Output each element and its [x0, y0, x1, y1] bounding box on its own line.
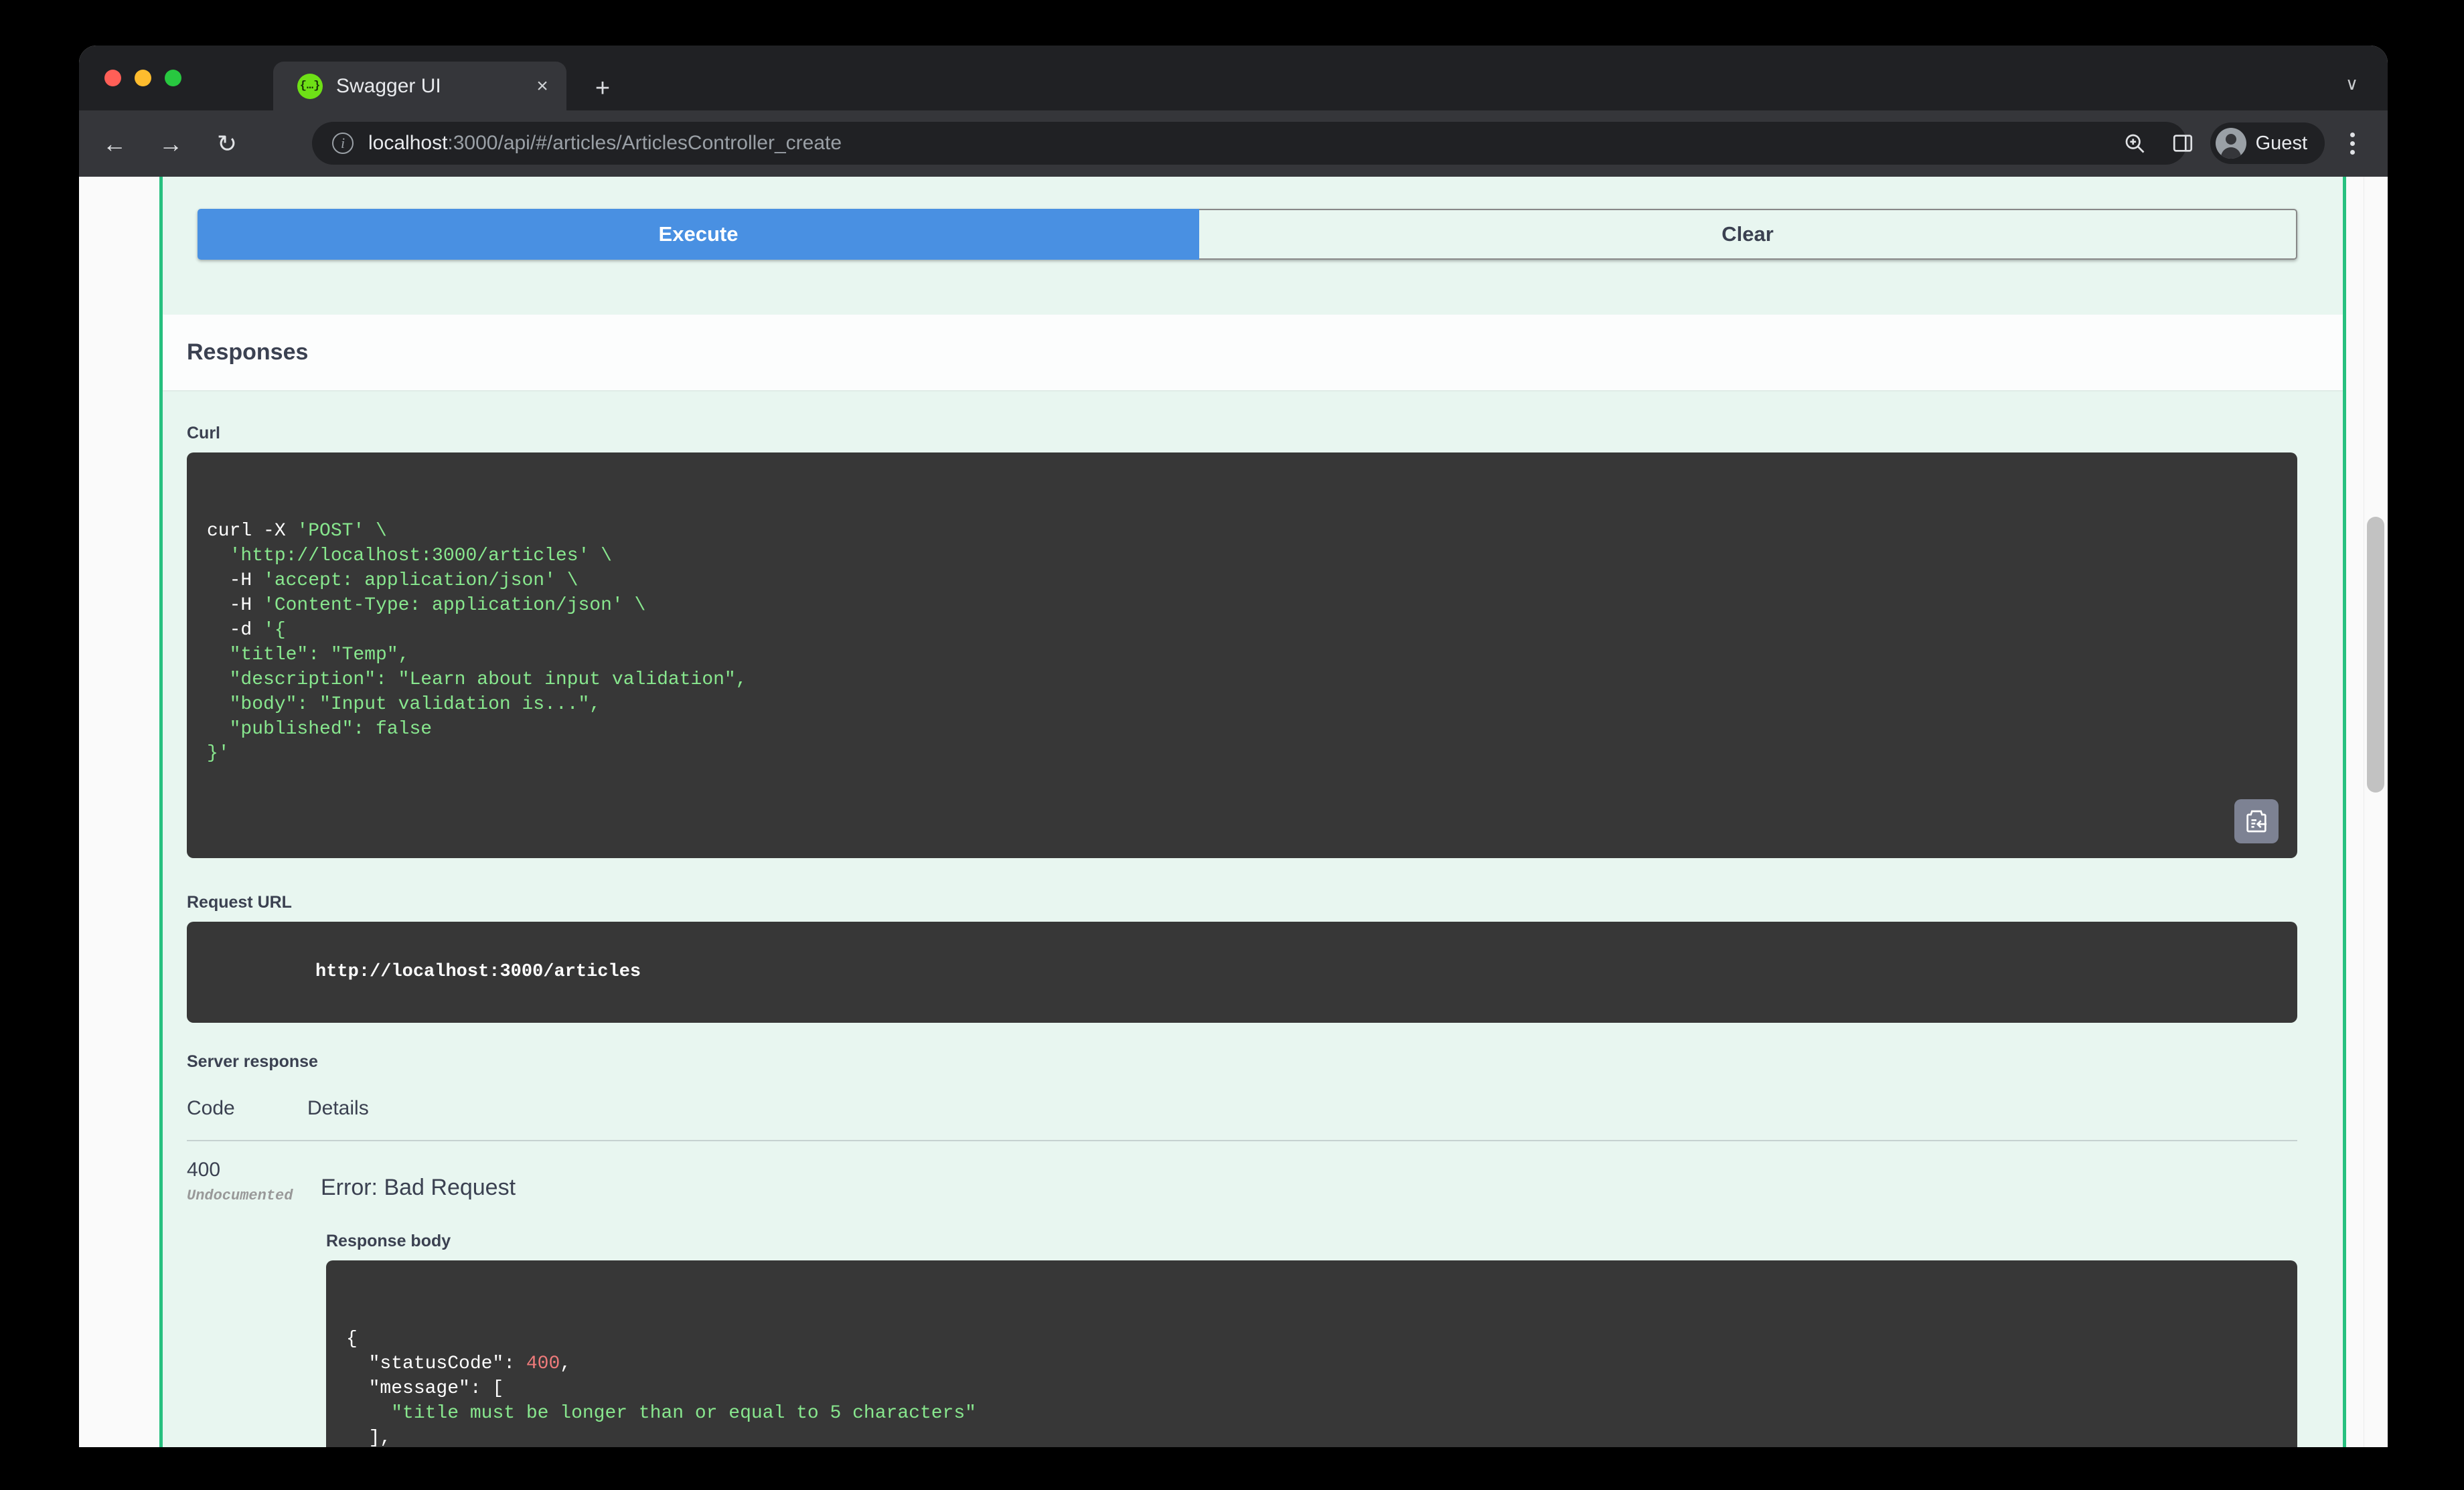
code-line: "title must be longer than or equal to 5…: [391, 1402, 976, 1424]
code-line: "published": false: [207, 718, 433, 740]
response-body-text: { "statusCode": 400, "message": [ "title…: [346, 1327, 2277, 1447]
response-body-label: Response body: [326, 1232, 451, 1251]
execute-button[interactable]: Execute: [198, 209, 1199, 260]
responses-heading: Responses: [187, 339, 309, 365]
window-minimize-button[interactable]: [135, 70, 151, 86]
responses-banner: Responses: [163, 315, 2343, 390]
new-tab-button[interactable]: +: [588, 74, 617, 103]
window-maximize-button[interactable]: [165, 70, 181, 86]
reload-button[interactable]: ↻: [206, 123, 248, 165]
avatar: [2215, 128, 2246, 159]
side-panel-icon[interactable]: [2162, 122, 2204, 164]
page-scrollbar-track[interactable]: [2364, 177, 2388, 1447]
url-text: localhost:3000/api/#/articles/ArticlesCo…: [368, 132, 842, 155]
code-line: "message": [: [346, 1378, 504, 1399]
code-line: "description": "Learn about input valida…: [207, 669, 747, 690]
page-viewport: Execute Clear Responses Curl curl -X 'PO…: [79, 177, 2388, 1447]
server-response-label: Server response: [187, 1052, 318, 1072]
code-line: -d '{: [207, 619, 286, 641]
window-traffic-lights: [104, 70, 181, 86]
server-response-table: Code Details 400 Undocumented Error: Bad…: [187, 1097, 2297, 1447]
profile-chip[interactable]: Guest: [2210, 122, 2325, 164]
request-url-block: http://localhost:3000/articles: [187, 922, 2297, 1023]
code-line: }': [207, 743, 230, 764]
copy-to-clipboard-icon[interactable]: [2234, 799, 2279, 844]
tab-title: Swagger UI: [336, 74, 441, 97]
tab-strip: {…} Swagger UI × + ∨: [79, 46, 2388, 110]
code-line: -H 'accept: application/json' \: [207, 570, 579, 591]
back-button[interactable]: ←: [94, 123, 135, 165]
swagger-operation-block: Execute Clear Responses Curl curl -X 'PO…: [159, 177, 2346, 1447]
table-header-row: Code Details: [187, 1097, 2297, 1142]
request-url-text: http://localhost:3000/articles: [315, 961, 641, 982]
page-scrollbar-thumb[interactable]: [2367, 517, 2384, 793]
url-path: :3000/api/#/articles/ArticlesController_…: [447, 132, 842, 154]
toolbar-right-group: Guest: [2114, 122, 2373, 164]
favicon-glyph: {…}: [299, 80, 321, 92]
code-line: "title": "Temp",: [207, 644, 410, 665]
response-body-block: { "statusCode": 400, "message": [ "title…: [326, 1260, 2297, 1447]
tab-swagger-ui[interactable]: {…} Swagger UI ×: [273, 62, 566, 110]
chevron-down-icon[interactable]: ∨: [2345, 75, 2358, 92]
tab-close-icon[interactable]: ×: [528, 72, 557, 101]
code-line: 'http://localhost:3000/articles' \: [207, 545, 612, 566]
execute-clear-row: Execute Clear: [198, 209, 2297, 260]
col-code-label: Code: [187, 1097, 235, 1120]
request-url-label: Request URL: [187, 893, 292, 912]
code-line: -H 'Content-Type: application/json' \: [207, 594, 646, 616]
status-code: 400: [187, 1159, 221, 1181]
code-line: ],: [346, 1427, 392, 1447]
address-bar[interactable]: i localhost:3000/api/#/articles/Articles…: [312, 122, 2187, 165]
table-row: 400 Undocumented Error: Bad Request Resp…: [187, 1141, 2297, 1447]
response-details-inner: Response body { "statusCode": 400, "mess…: [317, 1232, 2297, 1447]
three-dots-menu-icon[interactable]: [2331, 122, 2373, 164]
code-line: {: [346, 1329, 358, 1350]
forward-button[interactable]: →: [150, 123, 191, 165]
undocumented-badge: Undocumented: [187, 1187, 293, 1204]
clear-button[interactable]: Clear: [1199, 209, 2297, 260]
browser-window: {…} Swagger UI × + ∨ ← → ↻ i localhost:3…: [79, 46, 2388, 1447]
response-code-cell: 400 Undocumented: [187, 1159, 307, 1447]
code-line: "statusCode": 400,: [346, 1353, 572, 1375]
curl-code-block: curl -X 'POST' \ 'http://localhost:3000/…: [187, 452, 2297, 859]
responses-body: Curl curl -X 'POST' \ 'http://localhost:…: [163, 424, 2343, 1447]
swagger-favicon-icon: {…}: [297, 73, 323, 99]
site-info-icon[interactable]: i: [332, 133, 354, 154]
profile-name: Guest: [2255, 132, 2307, 154]
table-header-details: Details: [307, 1097, 369, 1120]
code-line: "body": "Input validation is...",: [207, 693, 601, 715]
response-details-cell: Error: Bad Request Response body { "stat…: [307, 1159, 2297, 1447]
curl-label: Curl: [187, 424, 220, 442]
url-host: localhost: [368, 132, 448, 154]
code-line: curl -X 'POST' \: [207, 520, 387, 542]
error-heading: Error: Bad Request: [321, 1175, 516, 1201]
zoom-search-icon[interactable]: [2114, 122, 2155, 164]
table-header-code: Code: [187, 1097, 307, 1120]
col-details-label: Details: [307, 1097, 369, 1120]
curl-code-text: curl -X 'POST' \ 'http://localhost:3000/…: [207, 519, 2277, 767]
window-close-button[interactable]: [104, 70, 121, 86]
browser-toolbar: ← → ↻ i localhost:3000/api/#/articles/Ar…: [79, 110, 2388, 177]
menu-dots: [2350, 132, 2355, 155]
